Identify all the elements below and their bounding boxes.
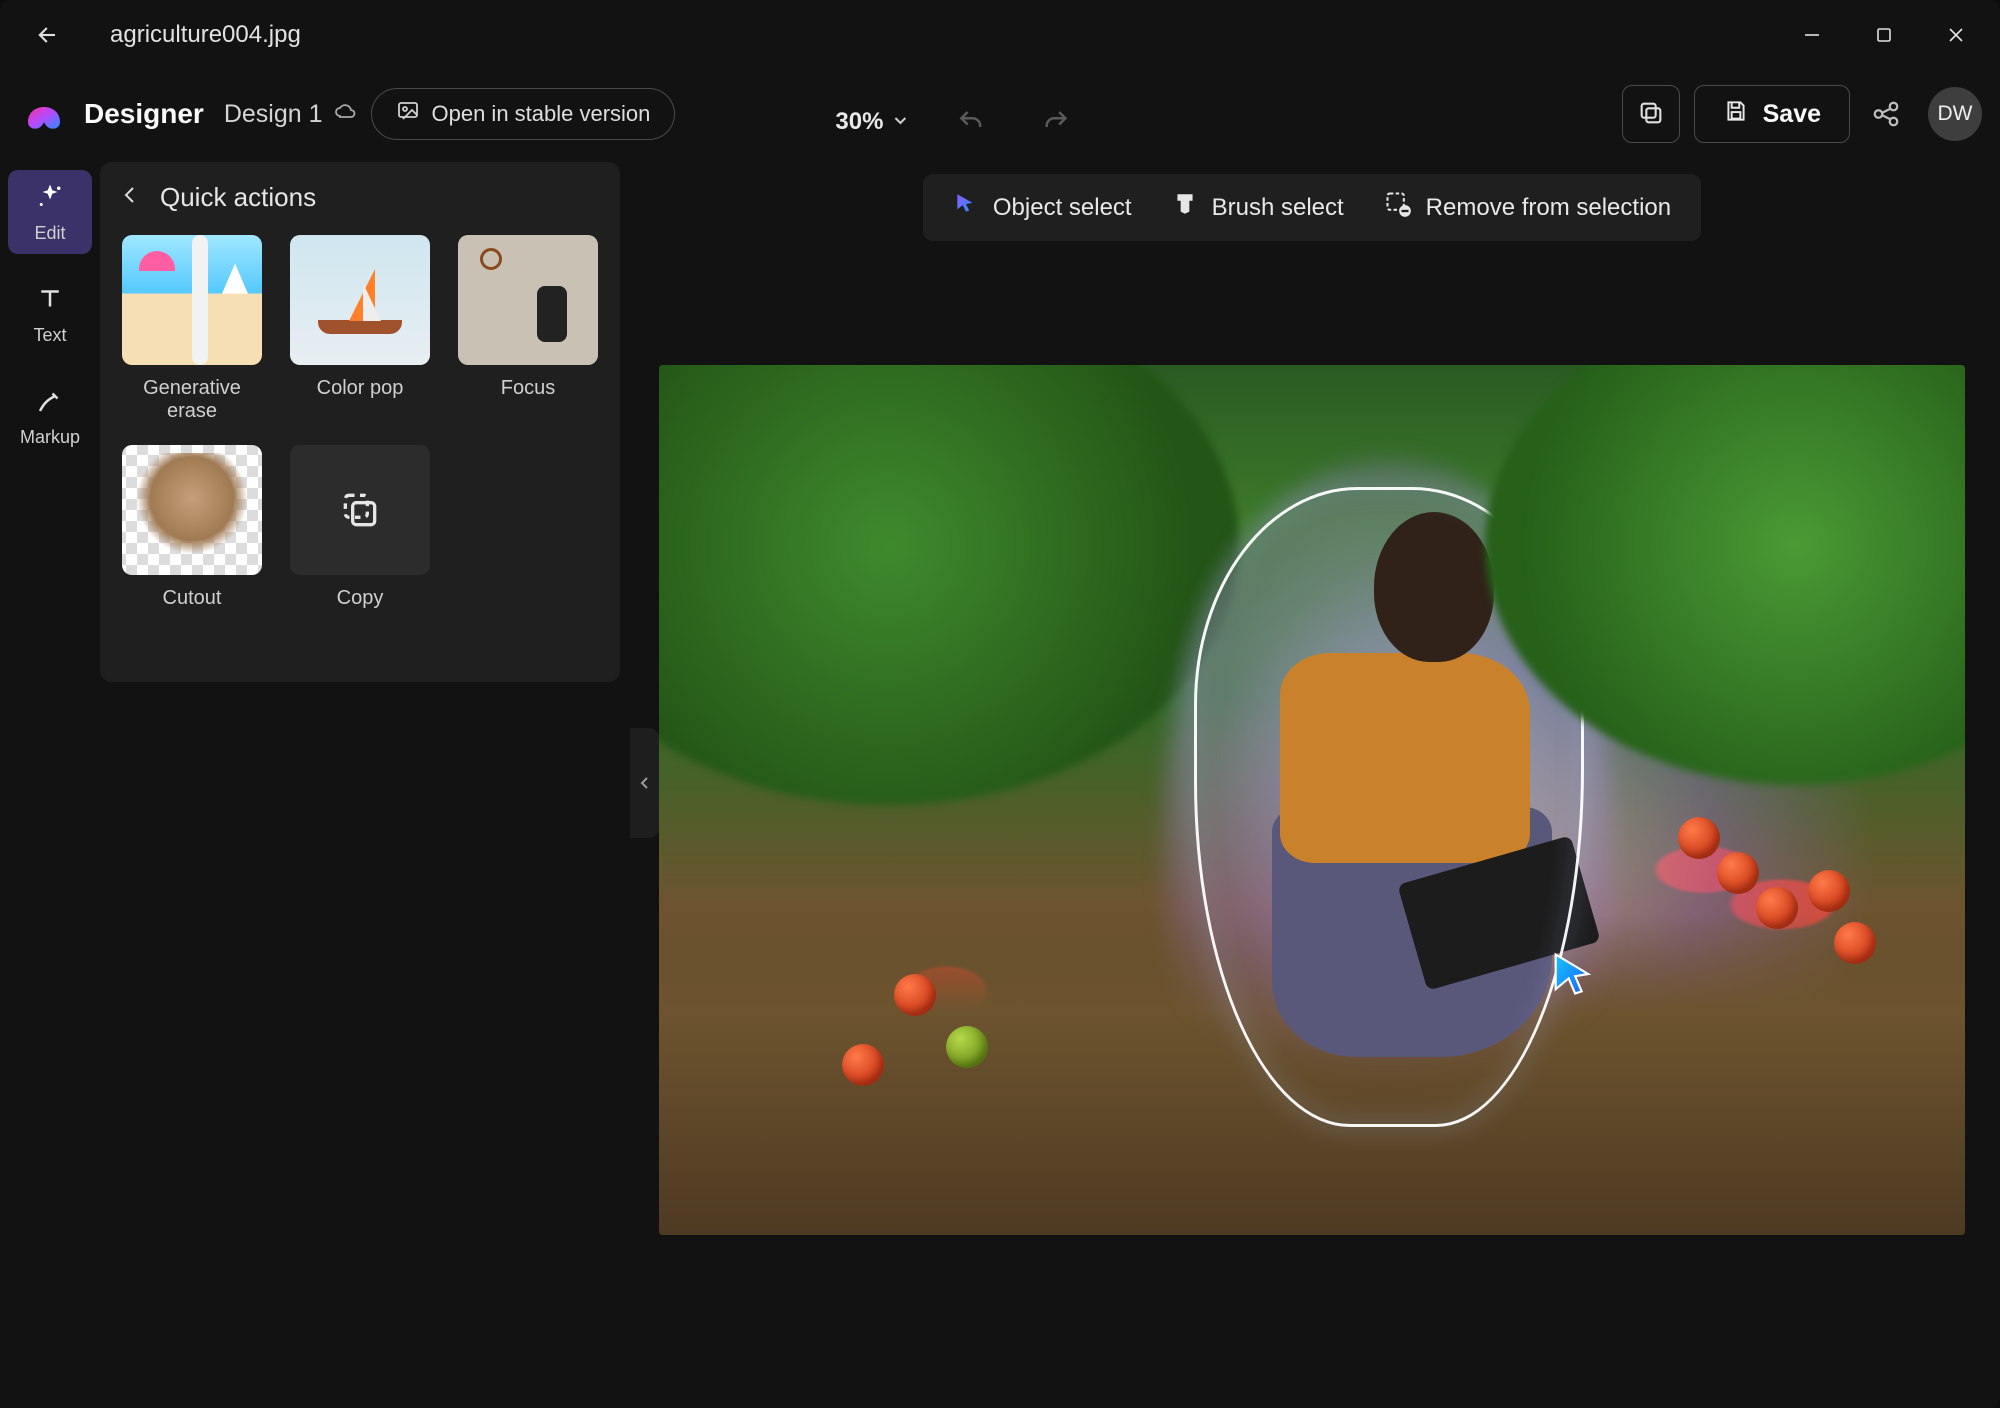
- rail-label: Markup: [20, 427, 80, 448]
- object-select-tool[interactable]: Object select: [953, 191, 1132, 224]
- panel-title: Quick actions: [160, 182, 316, 213]
- cursor-icon: [1547, 948, 1599, 1000]
- app-toolbar: Designer Design 1 Open in stable version…: [0, 70, 2000, 158]
- zoom-value: 30%: [835, 108, 883, 136]
- zoom-dropdown[interactable]: 30%: [835, 108, 909, 136]
- share-button[interactable]: [1864, 92, 1908, 136]
- markup-icon: [35, 386, 65, 421]
- cloud-sync-icon: [333, 99, 357, 130]
- copy-button[interactable]: [1622, 85, 1680, 143]
- window-minimize-button[interactable]: [1776, 7, 1848, 63]
- sparkle-icon: [35, 182, 65, 217]
- rail-label: Edit: [34, 223, 65, 244]
- open-stable-button[interactable]: Open in stable version: [371, 88, 676, 140]
- open-stable-label: Open in stable version: [432, 101, 651, 127]
- design-selector[interactable]: Design 1: [224, 99, 357, 130]
- qa-generative-erase[interactable]: Generative erase: [118, 235, 266, 423]
- qa-thumb-icon: [122, 235, 262, 365]
- panel-back-button[interactable]: [118, 183, 142, 212]
- qa-copy[interactable]: Copy: [286, 445, 434, 610]
- save-icon: [1723, 98, 1749, 131]
- qa-thumb-icon: [290, 235, 430, 365]
- window-maximize-button[interactable]: [1848, 7, 1920, 63]
- brush-select-tool[interactable]: Brush select: [1172, 191, 1344, 224]
- app-name: Designer: [84, 98, 204, 130]
- selected-object: [1194, 487, 1584, 1127]
- canvas-image[interactable]: [659, 365, 1965, 1235]
- brush-select-label: Brush select: [1212, 194, 1344, 222]
- save-button[interactable]: Save: [1694, 85, 1850, 143]
- qa-thumb-icon: [458, 235, 598, 365]
- back-button[interactable]: [24, 11, 72, 59]
- design-label: Design 1: [224, 100, 323, 129]
- redo-button[interactable]: [1033, 100, 1077, 144]
- text-icon: [35, 284, 65, 319]
- qa-thumb-icon: [290, 445, 430, 575]
- qa-label: Color pop: [317, 377, 404, 400]
- copy-icon: [1637, 99, 1665, 130]
- undo-button[interactable]: [949, 100, 993, 144]
- remove-from-selection-tool[interactable]: Remove from selection: [1384, 190, 1671, 225]
- rail-item-markup[interactable]: Markup: [8, 374, 92, 458]
- window-filename: agriculture004.jpg: [110, 21, 301, 49]
- user-avatar[interactable]: DW: [1928, 87, 1982, 141]
- quick-actions-panel: Quick actions Generative erase Color pop…: [100, 162, 620, 682]
- qa-focus[interactable]: Focus: [454, 235, 602, 423]
- remove-selection-label: Remove from selection: [1426, 194, 1671, 222]
- rail-label: Text: [33, 325, 66, 346]
- selection-toolbar: Object select Brush select Remove from s…: [923, 174, 1701, 241]
- qa-color-pop[interactable]: Color pop: [286, 235, 434, 423]
- image-icon: [396, 99, 420, 129]
- chevron-down-icon: [891, 108, 909, 136]
- window-close-button[interactable]: [1920, 7, 1992, 63]
- object-select-label: Object select: [993, 194, 1132, 222]
- qa-thumb-icon: [122, 445, 262, 575]
- brush-icon: [1172, 191, 1198, 224]
- qa-label: Focus: [501, 377, 555, 400]
- cursor-icon: [953, 191, 979, 224]
- remove-selection-icon: [1384, 190, 1412, 225]
- rail-item-text[interactable]: Text: [8, 272, 92, 356]
- left-rail: Edit Text Markup: [0, 158, 100, 1408]
- rail-item-edit[interactable]: Edit: [8, 170, 92, 254]
- app-logo-icon: [18, 88, 70, 140]
- save-label: Save: [1763, 100, 1821, 129]
- qa-label: Copy: [337, 587, 384, 610]
- qa-label: Generative erase: [118, 377, 266, 423]
- titlebar: agriculture004.jpg: [0, 0, 2000, 70]
- qa-label: Cutout: [163, 587, 222, 610]
- qa-cutout[interactable]: Cutout: [118, 445, 266, 610]
